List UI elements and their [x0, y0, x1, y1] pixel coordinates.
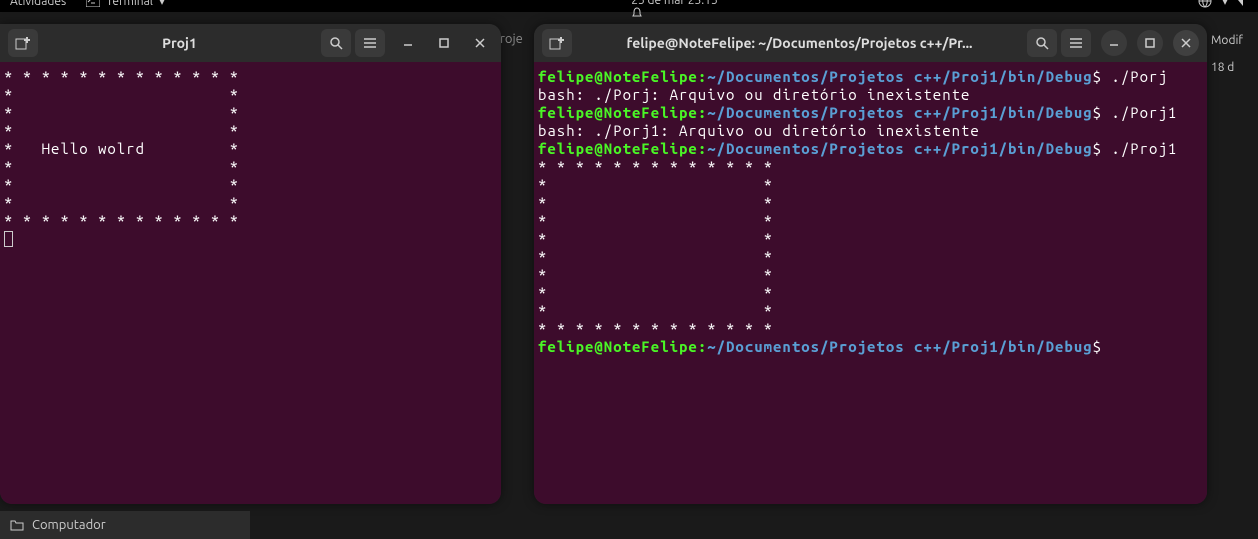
- output-line: * *: [4, 194, 239, 211]
- output-line: * *: [538, 176, 773, 193]
- status-icon[interactable]: [1238, 0, 1248, 8]
- new-tab-button[interactable]: [542, 29, 572, 57]
- close-button[interactable]: [1173, 30, 1199, 56]
- folder-icon: [10, 519, 24, 531]
- chevron-down-icon: ▾: [159, 0, 165, 8]
- minimize-button[interactable]: [1101, 30, 1127, 56]
- error-line: bash: ./Porj1: Arquivo ou diretório inex…: [538, 122, 980, 139]
- output-line: * * * * * * * * * * * * *: [4, 68, 239, 85]
- background-panel-fragment: Modif 18 d: [1207, 32, 1258, 76]
- bottom-panel[interactable]: Computador: [0, 511, 250, 539]
- prompt-user: felipe@NoteFelipe: [538, 68, 698, 85]
- output-line: * *: [538, 194, 773, 211]
- title-bar: Proj1: [0, 24, 501, 62]
- hamburger-menu-button[interactable]: [355, 29, 385, 57]
- prompt-path: ~/Documentos/Projetos c++/Proj1/bin/Debu…: [707, 140, 1092, 157]
- chevron-down-icon[interactable]: ▾: [1222, 0, 1228, 8]
- prompt-path: ~/Documentos/Projetos c++/Proj1/bin/Debu…: [707, 68, 1092, 85]
- prompt-user: felipe@NoteFelipe: [538, 104, 698, 121]
- bg-date-label: 18 d: [1207, 59, 1258, 76]
- notification-icon[interactable]: [631, 7, 732, 19]
- cursor: [4, 231, 13, 247]
- output-line: * *: [4, 104, 239, 121]
- terminal-output[interactable]: felipe@NoteFelipe:~/Documentos/Projetos …: [534, 62, 1207, 504]
- command-text: ./Porj: [1102, 68, 1168, 85]
- output-line: * * * * * * * * * * * * *: [4, 212, 239, 229]
- title-bar: felipe@NoteFelipe: ~/Documentos/Projetos…: [534, 24, 1207, 62]
- prompt-dollar: $: [1093, 68, 1102, 85]
- prompt-user: felipe@NoteFelipe: [538, 338, 698, 355]
- close-button[interactable]: [467, 30, 493, 56]
- new-tab-button[interactable]: [8, 29, 38, 57]
- prompt-dollar: $: [1093, 140, 1102, 157]
- prompt-path: ~/Documentos/Projetos c++/Proj1/bin/Debu…: [707, 338, 1092, 355]
- clock[interactable]: 25 de mar 23:15: [631, 0, 718, 7]
- prompt-colon: :: [698, 104, 707, 121]
- minimize-button[interactable]: [395, 30, 421, 56]
- bg-modif-label: Modif: [1207, 32, 1258, 49]
- gnome-top-bar: Atividades Terminal ▾ 25 de mar 23:15 ▾: [0, 0, 1258, 12]
- output-line: * *: [4, 158, 239, 175]
- command-text: [1102, 338, 1111, 355]
- window-title: Proj1: [42, 35, 317, 51]
- search-button[interactable]: [321, 29, 351, 57]
- output-line: * *: [4, 122, 239, 139]
- prompt-path: ~/Documentos/Projetos c++/Proj1/bin/Debu…: [707, 104, 1092, 121]
- maximize-button[interactable]: [431, 30, 457, 56]
- error-line: bash: ./Porj: Arquivo ou diretório inexi…: [538, 86, 970, 103]
- prompt-colon: :: [698, 338, 707, 355]
- terminal-icon: [86, 0, 100, 7]
- prompt-dollar: $: [1093, 104, 1102, 121]
- prompt-user: felipe@NoteFelipe: [538, 140, 698, 157]
- search-button[interactable]: [1027, 29, 1057, 57]
- output-line: * * * * * * * * * * * * *: [538, 320, 773, 337]
- prompt-dollar: $: [1093, 338, 1102, 355]
- command-text: ./Proj1: [1102, 140, 1177, 157]
- location-label: Computador: [32, 518, 106, 532]
- output-line: * *: [538, 284, 773, 301]
- output-line: * *: [538, 248, 773, 265]
- app-menu-label: Terminal: [106, 0, 153, 8]
- output-line: * *: [538, 302, 773, 319]
- background-tab-fragment: roje: [500, 32, 523, 46]
- output-line: * *: [538, 212, 773, 229]
- network-icon[interactable]: [1198, 0, 1212, 8]
- prompt-colon: :: [698, 140, 707, 157]
- window-title: felipe@NoteFelipe: ~/Documentos/Projetos…: [576, 35, 1023, 51]
- terminal-window-proj1: Proj1 * * * * * * * * * * * * * * * *: [0, 24, 501, 504]
- hamburger-menu-button[interactable]: [1061, 29, 1091, 57]
- output-line: * *: [538, 266, 773, 283]
- terminal-output[interactable]: * * * * * * * * * * * * * * * * * * * * …: [0, 62, 501, 504]
- output-line: * *: [4, 86, 239, 103]
- command-text: ./Porj1: [1102, 104, 1177, 121]
- output-line: * *: [4, 176, 239, 193]
- output-line: * * * * * * * * * * * * *: [538, 158, 773, 175]
- output-line: * Hello wolrd *: [4, 140, 239, 157]
- terminal-window-felipe: felipe@NoteFelipe: ~/Documentos/Projetos…: [534, 24, 1207, 504]
- output-line: * *: [538, 230, 773, 247]
- maximize-button[interactable]: [1137, 30, 1163, 56]
- activities-button[interactable]: Atividades: [10, 0, 66, 8]
- app-menu-terminal[interactable]: Terminal ▾: [86, 0, 165, 8]
- prompt-colon: :: [698, 68, 707, 85]
